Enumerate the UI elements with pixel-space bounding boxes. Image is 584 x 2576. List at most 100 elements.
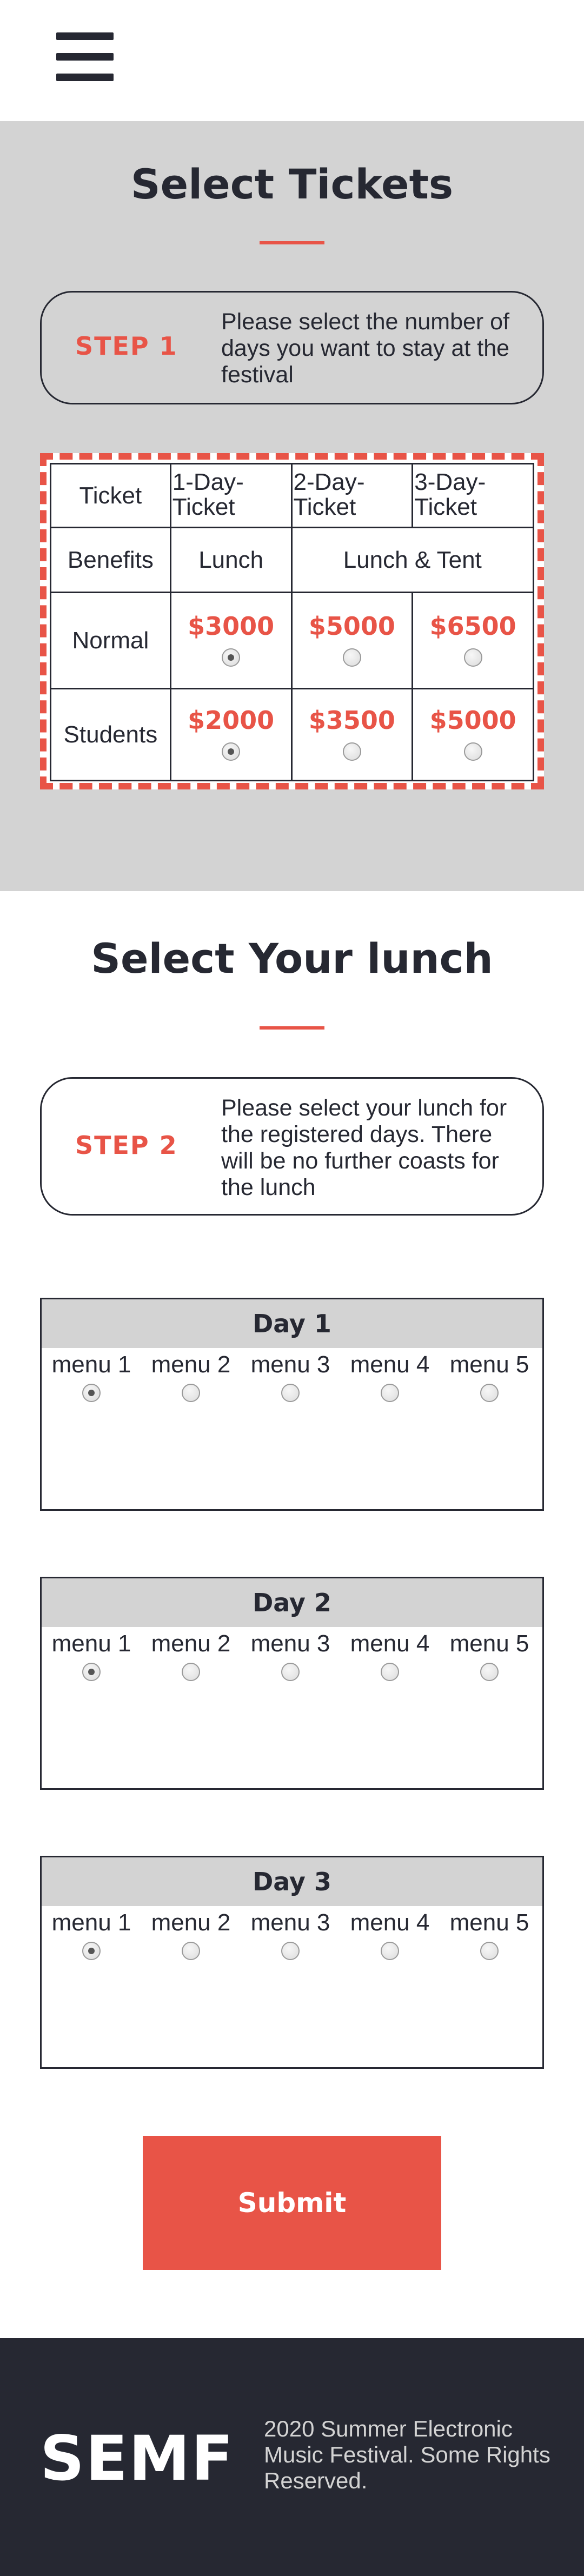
ticket-table: Ticket 1-Day-Ticket 2-Day-Ticket 3-Day-T…	[50, 463, 535, 781]
menu-label: menu 5	[449, 1351, 529, 1378]
day-1-title: Day 1	[42, 1299, 542, 1348]
radio-normal-1-day[interactable]	[222, 648, 241, 667]
day-3-menu-2-radio[interactable]	[182, 1942, 200, 1960]
day-1-menu-3-radio[interactable]	[281, 1384, 300, 1402]
menu-bar	[56, 74, 114, 81]
price-cell[interactable]: $6500	[412, 592, 534, 689]
title-divider	[260, 1026, 324, 1030]
price-cell[interactable]: $3000	[169, 592, 293, 689]
day-2-menu-3[interactable]: menu 3	[241, 1630, 340, 1681]
step-2-text: Please select your lunch for the registe…	[221, 1095, 507, 1200]
price-students-3-day: $5000	[429, 705, 516, 735]
day-2-menu-3-radio[interactable]	[281, 1663, 300, 1681]
day-2-menu-5[interactable]: menu 5	[440, 1630, 539, 1681]
day-3-menu-4[interactable]: menu 4	[340, 1909, 440, 1960]
price-normal-1-day: $3000	[188, 611, 275, 641]
menu-label: menu 4	[350, 1630, 430, 1657]
submit-button[interactable]: Submit	[143, 2136, 441, 2270]
menu-label: menu 4	[350, 1351, 430, 1378]
step-1-text: Please select the number of days you wan…	[221, 309, 510, 388]
day-3-menu-box: Day 3 menu 1 menu 2 menu 3 menu 4 menu 5	[40, 1856, 544, 2069]
menu-bar	[56, 53, 114, 61]
day-2-title: Day 2	[42, 1578, 542, 1627]
benefits-label: Benefits	[50, 527, 171, 593]
day-3-menu-1[interactable]: menu 1	[42, 1909, 141, 1960]
day-1-menu-2[interactable]: menu 2	[141, 1351, 241, 1402]
day-2-menu-box: Day 2 menu 1 menu 2 menu 3 menu 4 menu 5	[40, 1577, 544, 1790]
day-3-menu-5-radio[interactable]	[480, 1942, 499, 1960]
price-normal-2-day: $5000	[308, 611, 395, 641]
menu-label: menu 5	[449, 1909, 529, 1936]
day-2-menu-1-radio[interactable]	[82, 1663, 101, 1681]
page-header	[0, 0, 584, 121]
price-students-2-day: $3500	[308, 705, 395, 735]
day-1-menu-4[interactable]: menu 4	[340, 1351, 440, 1402]
price-normal-3-day: $6500	[429, 611, 516, 641]
column-header-3-day: 3-Day-Ticket	[412, 463, 534, 528]
day-3-menu-2[interactable]: menu 2	[141, 1909, 241, 1960]
day-2-menu-1[interactable]: menu 1	[42, 1630, 141, 1681]
step-1-box: STEP 1 Please select the number of days …	[40, 291, 544, 404]
day-1-menu-5-radio[interactable]	[480, 1384, 499, 1402]
menu-label: menu 3	[250, 1630, 330, 1657]
ticket-table-frame: Ticket 1-Day-Ticket 2-Day-Ticket 3-Day-T…	[40, 453, 544, 789]
day-1-menu-1-radio[interactable]	[82, 1384, 101, 1402]
menu-label: menu 1	[51, 1909, 131, 1936]
day-2-menu-4[interactable]: menu 4	[340, 1630, 440, 1681]
column-header-2-day: 2-Day-Ticket	[290, 463, 414, 528]
day-3-menu-4-radio[interactable]	[381, 1942, 399, 1960]
price-cell[interactable]: $3500	[290, 688, 414, 781]
page-footer: SEMF 2020 Summer Electronic Music Festiv…	[0, 2338, 584, 2576]
benefit-lunch-tent: Lunch & Tent	[290, 527, 535, 593]
radio-students-1-day[interactable]	[222, 742, 241, 761]
day-1-menu-4-radio[interactable]	[381, 1384, 399, 1402]
row-label-students: Students	[50, 688, 171, 781]
day-3-menu-5[interactable]: menu 5	[440, 1909, 539, 1960]
price-cell[interactable]: $5000	[290, 592, 414, 689]
menu-label: menu 2	[151, 1909, 231, 1936]
hamburger-menu-icon[interactable]	[56, 32, 114, 81]
step-2-box: STEP 2 Please select your lunch for the …	[40, 1077, 544, 1216]
day-1-menu-3[interactable]: menu 3	[241, 1351, 340, 1402]
ticket-header-label: Ticket	[50, 463, 171, 528]
price-cell[interactable]: $5000	[412, 688, 534, 781]
row-label-normal: Normal	[50, 592, 171, 689]
day-2-menu-4-radio[interactable]	[381, 1663, 399, 1681]
menu-label: menu 1	[51, 1630, 131, 1657]
radio-normal-2-day[interactable]	[342, 648, 361, 667]
price-students-1-day: $2000	[188, 705, 275, 735]
day-2-menu-2[interactable]: menu 2	[141, 1630, 241, 1681]
menu-label: menu 2	[151, 1630, 231, 1657]
day-2-menu-2-radio[interactable]	[182, 1663, 200, 1681]
day-3-menu-1-radio[interactable]	[82, 1942, 101, 1960]
lunch-section: Select Your lunch STEP 2 Please select y…	[0, 891, 584, 2338]
step-2-label: STEP 2	[75, 1131, 178, 1160]
tickets-section: Select Tickets STEP 1 Please select the …	[0, 121, 584, 891]
copyright-text: 2020 Summer Electronic Music Festival. S…	[264, 2416, 550, 2493]
day-2-menu-5-radio[interactable]	[480, 1663, 499, 1681]
column-header-1-day: 1-Day-Ticket	[169, 463, 293, 528]
day-3-menu-3[interactable]: menu 3	[241, 1909, 340, 1960]
radio-normal-3-day[interactable]	[463, 648, 482, 667]
menu-label: menu 3	[250, 1351, 330, 1378]
menu-label: menu 2	[151, 1351, 231, 1378]
day-1-menu-5[interactable]: menu 5	[440, 1351, 539, 1402]
price-cell[interactable]: $2000	[169, 688, 293, 781]
menu-label: menu 5	[449, 1630, 529, 1657]
day-3-title: Day 3	[42, 1857, 542, 1906]
radio-students-3-day[interactable]	[463, 742, 482, 761]
step-1-label: STEP 1	[75, 331, 178, 361]
day-3-menu-3-radio[interactable]	[281, 1942, 300, 1960]
lunch-title: Select Your lunch	[91, 934, 493, 982]
menu-bar	[56, 32, 114, 40]
tickets-title: Select Tickets	[130, 160, 454, 208]
title-divider	[260, 241, 324, 244]
semf-logo: SEMF	[40, 2422, 235, 2494]
benefit-lunch: Lunch	[169, 527, 293, 593]
menu-label: menu 1	[51, 1351, 131, 1378]
day-1-menu-1[interactable]: menu 1	[42, 1351, 141, 1402]
menu-label: menu 3	[250, 1909, 330, 1936]
menu-label: menu 4	[350, 1909, 430, 1936]
day-1-menu-2-radio[interactable]	[182, 1384, 200, 1402]
radio-students-2-day[interactable]	[342, 742, 361, 761]
